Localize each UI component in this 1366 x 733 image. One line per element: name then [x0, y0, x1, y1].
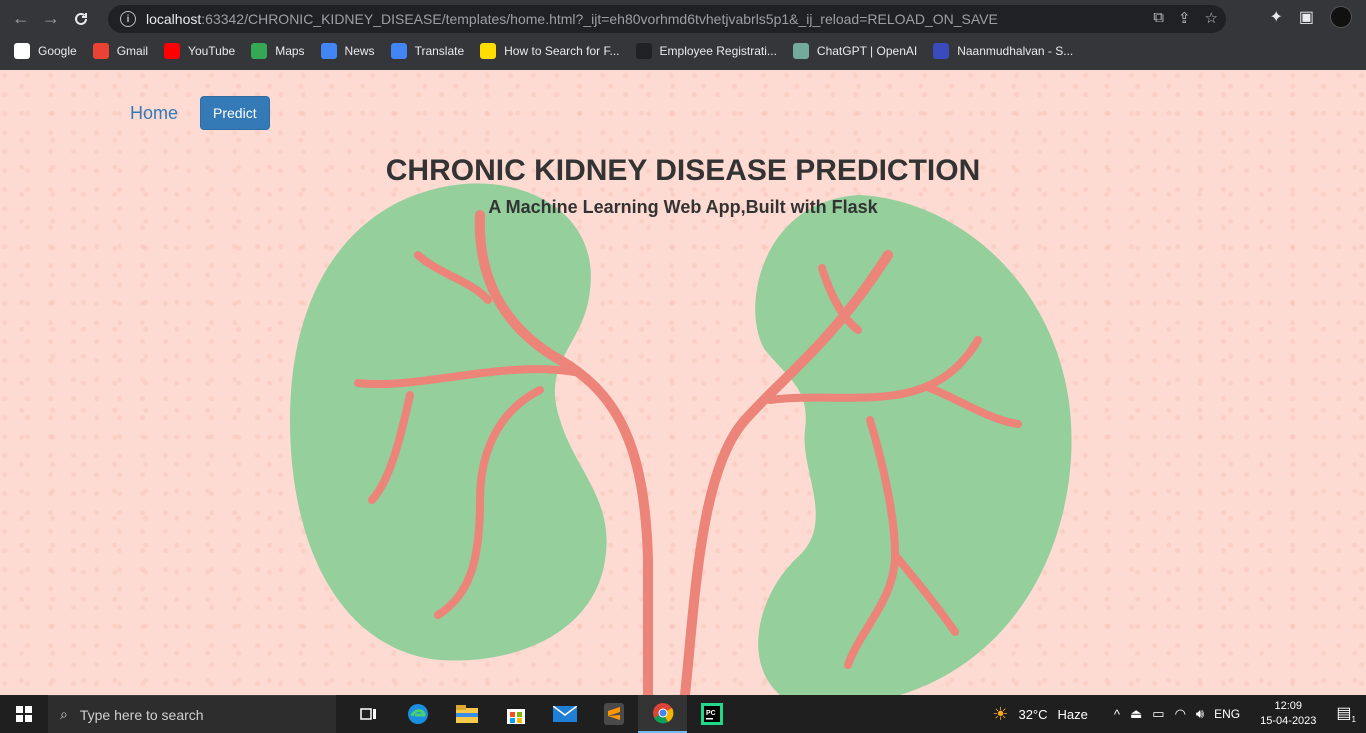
language-indicator[interactable]: ENG	[1214, 707, 1240, 721]
usb-icon[interactable]: ⏏	[1130, 706, 1142, 722]
bookmark-label: Gmail	[116, 44, 149, 58]
mail-icon[interactable]	[540, 695, 589, 733]
bookmark-label: Google	[38, 44, 77, 58]
profile-avatar[interactable]	[1330, 6, 1352, 28]
clock[interactable]: 12:09 15-04-2023	[1260, 699, 1316, 729]
bookmark-item[interactable]: News	[320, 43, 375, 59]
browser-chrome: ← → i localhost:63342/CHRONIC_KIDNEY_DIS…	[0, 0, 1366, 70]
windows-start-icon[interactable]	[0, 695, 48, 733]
translate-icon	[390, 43, 407, 59]
maps-icon	[251, 43, 268, 59]
microsoft-store-icon[interactable]	[491, 695, 540, 733]
volume-icon[interactable]: 🔊︎	[1196, 706, 1204, 722]
search-icon: ⌕	[60, 706, 68, 722]
weather-temp[interactable]: 32°C	[1018, 707, 1047, 722]
taskbar-search-placeholder: Type here to search	[79, 706, 204, 723]
browser-toolbar: ← → i localhost:63342/CHRONIC_KIDNEY_DIS…	[0, 0, 1366, 37]
page-nav: Home Predict	[130, 96, 270, 130]
chevron-up-icon[interactable]: ^	[1114, 707, 1120, 722]
sublime-text-icon[interactable]	[589, 695, 638, 733]
d-icon	[480, 43, 497, 59]
side-panel-icon[interactable]: ▣	[1299, 7, 1314, 27]
bookmark-star-icon[interactable]: ☆	[1205, 9, 1218, 27]
edge-browser-icon[interactable]	[393, 695, 442, 733]
svg-text:PC: PC	[706, 710, 716, 717]
naan-icon	[933, 43, 950, 59]
windows-taskbar: ⌕ Type here to search PC ☀ 32°C Haze ^ ⏏…	[0, 695, 1366, 733]
url-text[interactable]: localhost:63342/CHRONIC_KIDNEY_DISEASE/t…	[146, 11, 998, 27]
google-icon	[14, 43, 30, 59]
bookmark-item[interactable]: Employee Registrati...	[635, 43, 777, 59]
youtube-icon	[164, 43, 181, 59]
pycharm-icon[interactable]: PC	[687, 695, 736, 733]
bookmark-item[interactable]: Google	[14, 43, 77, 59]
bookmark-item[interactable]: Translate	[390, 43, 465, 59]
site-info-icon[interactable]: i	[120, 11, 136, 27]
news-icon	[320, 43, 337, 59]
bookmark-item[interactable]: Gmail	[92, 43, 149, 59]
bookmarks-bar: Google Gmail YouTube Maps News Translate How t…	[0, 37, 1366, 65]
translate-page-icon[interactable]: ⧉	[1153, 9, 1164, 27]
chrome-browser-icon[interactable]	[638, 695, 687, 733]
bookmark-item[interactable]: Maps	[251, 43, 305, 59]
bookmark-label: How to Search for F...	[504, 44, 620, 58]
clock-date: 15-04-2023	[1260, 715, 1317, 727]
bookmark-item[interactable]: YouTube	[164, 43, 235, 59]
task-view-icon[interactable]	[344, 695, 393, 733]
system-tray: ☀ 32°C Haze ^ ⏏ ▭ ◠ 🔊︎ ENG 12:09 15-04-2…	[992, 695, 1366, 733]
bookmark-item[interactable]: How to Search for F...	[480, 43, 620, 59]
bookmark-label: ChatGPT | OpenAI	[816, 44, 918, 58]
weather-icon[interactable]: ☀	[992, 704, 1008, 725]
weather-desc[interactable]: Haze	[1058, 707, 1088, 722]
bookmark-label: Naanmudhalvan - S...	[957, 44, 1074, 58]
page-title: CHRONIC KIDNEY DISEASE PREDICTION	[385, 154, 981, 187]
left-kidney	[290, 183, 607, 661]
taskbar-search-box[interactable]: ⌕ Type here to search	[48, 695, 336, 733]
battery-icon[interactable]: ▭	[1152, 706, 1164, 722]
clock-time: 12:09	[1274, 700, 1303, 712]
share-icon[interactable]: ⇪	[1178, 9, 1191, 27]
forward-arrow-icon[interactable]: →	[36, 4, 66, 34]
reload-icon[interactable]	[66, 4, 96, 34]
bookmark-label: Maps	[275, 44, 305, 58]
file-explorer-icon[interactable]	[442, 695, 491, 733]
back-arrow-icon[interactable]: ←	[6, 4, 36, 34]
bookmark-item[interactable]: ChatGPT | OpenAI	[792, 43, 918, 59]
bookmark-item[interactable]: Naanmudhalvan - S...	[933, 43, 1073, 59]
nav-home-link[interactable]: Home	[130, 103, 178, 124]
notification-count: 1	[1351, 715, 1356, 725]
bookmark-label: Employee Registrati...	[659, 44, 777, 58]
extensions-icon[interactable]: ✦	[1269, 7, 1282, 27]
web-page: Home Predict CHRONIC KIDNEY DISEASE PRED…	[0, 70, 1366, 695]
address-bar[interactable]: i localhost:63342/CHRONIC_KIDNEY_DISEASE…	[108, 5, 1226, 33]
page-subtitle: A Machine Learning Web App,Built with Fl…	[488, 197, 878, 217]
right-kidney	[755, 195, 1072, 695]
dot-icon	[635, 43, 652, 59]
wifi-icon[interactable]: ◠	[1175, 706, 1186, 722]
predict-button[interactable]: Predict	[200, 96, 270, 130]
openai-icon	[792, 43, 809, 59]
notification-icon[interactable]: ▤1	[1336, 703, 1356, 724]
gmail-icon	[92, 43, 109, 59]
bookmark-label: News	[344, 44, 375, 58]
bookmark-label: YouTube	[188, 44, 236, 58]
bookmark-label: Translate	[414, 44, 465, 58]
